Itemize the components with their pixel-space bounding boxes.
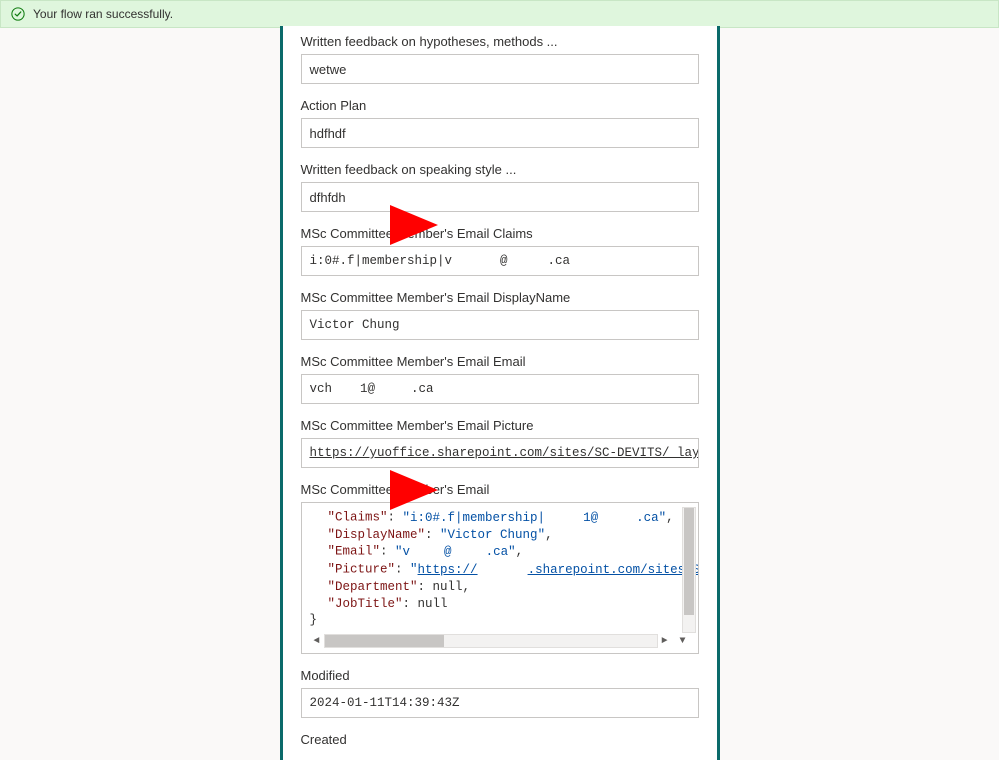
value-email-email[interactable]: vchxx1@xxx.ca: [301, 374, 699, 404]
value-feedback-hypotheses[interactable]: wetwe: [301, 54, 699, 84]
field-feedback-speaking: Written feedback on speaking style ... d…: [301, 162, 699, 212]
label-email-picture: MSc Committee Member's Email Picture: [301, 418, 699, 433]
value-email-displayname[interactable]: Victor Chung: [301, 310, 699, 340]
success-message: Your flow ran successfully.: [33, 7, 173, 21]
label-email-full: MSc Committee Member's Email: [301, 482, 699, 497]
value-action-plan[interactable]: hdfhdf: [301, 118, 699, 148]
scroll-down-caret[interactable]: ▼: [676, 635, 690, 649]
scroll-right-caret[interactable]: ►: [658, 635, 672, 649]
label-action-plan: Action Plan: [301, 98, 699, 113]
vertical-scrollbar[interactable]: [682, 507, 696, 633]
field-email-full: MSc Committee Member's Email "Claims": "…: [301, 482, 699, 654]
value-email-claims[interactable]: i:0#.f|membership|vxxxx@xxxx.ca: [301, 246, 699, 276]
field-email-claims: MSc Committee Member's Email Claims i:0#…: [301, 226, 699, 276]
field-action-plan: Action Plan hdfhdf: [301, 98, 699, 148]
value-email-full[interactable]: "Claims": "i:0#.f|membership|xx1@xx.ca",…: [301, 502, 699, 654]
horizontal-scrollbar[interactable]: [324, 634, 658, 648]
label-email-claims: MSc Committee Member's Email Claims: [301, 226, 699, 241]
field-modified: Modified 2024-01-11T14:39:43Z: [301, 668, 699, 718]
value-feedback-speaking[interactable]: dfhfdh: [301, 182, 699, 212]
field-email-picture: MSc Committee Member's Email Picture htt…: [301, 418, 699, 468]
label-email-displayname: MSc Committee Member's Email DisplayName: [301, 290, 699, 305]
label-email-email: MSc Committee Member's Email Email: [301, 354, 699, 369]
label-created: Created: [301, 732, 699, 747]
form-panel: Written feedback on hypotheses, methods …: [280, 26, 720, 760]
field-email-displayname: MSc Committee Member's Email DisplayName…: [301, 290, 699, 340]
label-feedback-hypotheses: Written feedback on hypotheses, methods …: [301, 34, 699, 49]
field-feedback-hypotheses: Written feedback on hypotheses, methods …: [301, 34, 699, 84]
field-created: Created: [301, 732, 699, 747]
value-modified[interactable]: 2024-01-11T14:39:43Z: [301, 688, 699, 718]
field-email-email: MSc Committee Member's Email Email vchxx…: [301, 354, 699, 404]
check-circle-icon: [11, 7, 25, 21]
label-modified: Modified: [301, 668, 699, 683]
value-email-picture[interactable]: https://yuoffice.sharepoint.com/sites/SC…: [301, 438, 699, 468]
scroll-left-caret[interactable]: ◄: [310, 635, 324, 649]
label-feedback-speaking: Written feedback on speaking style ...: [301, 162, 699, 177]
